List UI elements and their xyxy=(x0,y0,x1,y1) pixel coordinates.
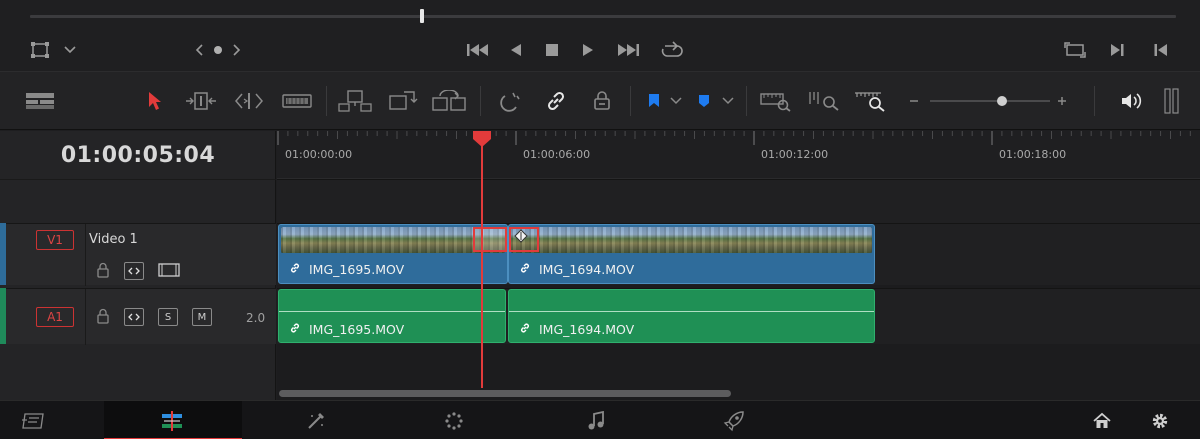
editor-window: 01:00:05:04 V1 Video 1 A1 S M 2.0 01:00:… xyxy=(0,0,1200,439)
cut-page-icon[interactable] xyxy=(14,401,54,439)
edit-page-icon[interactable] xyxy=(152,401,192,439)
playhead-line[interactable] xyxy=(481,131,483,388)
linked-selection-icon[interactable] xyxy=(542,88,570,114)
zoom-slider[interactable] xyxy=(930,88,1050,114)
audio-clip[interactable]: IMG_1695.MOV xyxy=(278,289,506,343)
flag-icon[interactable] xyxy=(644,88,664,114)
playhead-handle[interactable] xyxy=(472,131,492,147)
auto-select-icon[interactable] xyxy=(124,262,144,280)
fullscreen-icon[interactable] xyxy=(1062,38,1088,62)
lock-track-icon[interactable] xyxy=(96,308,110,328)
audio-meter-icon[interactable] xyxy=(1160,88,1184,114)
clip-thumbnail xyxy=(281,227,505,253)
clip-label: IMG_1694.MOV xyxy=(519,322,634,337)
ruler-label: 01:00:18:00 xyxy=(999,148,1067,161)
track-visibility-icon[interactable] xyxy=(158,262,180,282)
video-clip[interactable]: IMG_1694.MOV xyxy=(508,224,875,284)
audio-level-line xyxy=(279,311,505,312)
audio-volume-icon[interactable] xyxy=(1118,88,1146,114)
chevron-down-icon[interactable] xyxy=(60,38,80,62)
deliver-page-icon[interactable] xyxy=(714,401,754,439)
zoom-full-icon[interactable] xyxy=(758,88,794,114)
timeline-scrollbar[interactable] xyxy=(277,388,1200,400)
trim-edit-icon[interactable] xyxy=(184,88,218,114)
clip-name: IMG_1694.MOV xyxy=(539,322,635,337)
timecode-display[interactable]: 01:00:05:04 xyxy=(0,131,276,179)
ruler-label: 01:00:06:00 xyxy=(523,148,591,161)
clip-label: IMG_1694.MOV xyxy=(519,262,634,277)
selection-pointer-icon[interactable] xyxy=(144,88,166,114)
blade-icon[interactable] xyxy=(280,88,314,114)
link-icon xyxy=(289,322,301,337)
scrubber-handle[interactable] xyxy=(420,9,424,23)
ruler-label: 01:00:12:00 xyxy=(761,148,829,161)
replace-clip-icon[interactable] xyxy=(430,88,468,114)
link-icon xyxy=(289,262,301,277)
clip-name: IMG_1694.MOV xyxy=(539,262,635,277)
loop-icon[interactable] xyxy=(658,38,686,62)
overwrite-clip-icon[interactable] xyxy=(384,88,422,114)
audio-clip[interactable]: IMG_1694.MOV xyxy=(508,289,875,343)
lock-track-icon[interactable] xyxy=(96,262,110,282)
clip-name: IMG_1695.MOV xyxy=(309,322,405,337)
timeline-options-icon[interactable] xyxy=(24,88,56,114)
chevron-down-icon[interactable] xyxy=(720,88,736,114)
zoom-slider-thumb xyxy=(997,96,1007,106)
clip-name: IMG_1695.MOV xyxy=(309,262,405,277)
edit-toolbar xyxy=(0,72,1200,130)
jump-end-icon[interactable] xyxy=(614,38,642,62)
clip-label: IMG_1695.MOV xyxy=(289,322,404,337)
fusion-page-icon[interactable] xyxy=(296,401,336,439)
play-reverse-icon[interactable] xyxy=(506,38,526,62)
track-tag-a1[interactable]: A1 xyxy=(36,307,74,327)
settings-icon[interactable] xyxy=(1146,401,1174,439)
header-spacer xyxy=(0,179,276,223)
timeline-ruler[interactable]: 01:00:00:00 01:00:06:00 01:00:12:00 01:0… xyxy=(277,131,1200,179)
edit-point-out-selection[interactable] xyxy=(473,227,507,252)
clip-thumbnail xyxy=(511,227,872,253)
color-page-icon[interactable] xyxy=(434,401,474,439)
auto-select-icon[interactable] xyxy=(124,308,144,326)
track-tag-v1[interactable]: V1 xyxy=(36,230,74,250)
jump-start-icon[interactable] xyxy=(464,38,492,62)
prev-clip-icon[interactable] xyxy=(1150,38,1172,62)
scrubber-track[interactable] xyxy=(30,15,1176,18)
timeline-spacer-row xyxy=(277,179,1200,223)
transition-diamond-icon[interactable] xyxy=(514,228,528,247)
link-icon xyxy=(519,262,531,277)
position-lock-icon[interactable] xyxy=(588,88,616,114)
play-icon[interactable] xyxy=(578,38,598,62)
clip-label: IMG_1695.MOV xyxy=(289,262,404,277)
timeline-area[interactable]: 01:00:00:00 01:00:06:00 01:00:12:00 01:0… xyxy=(277,131,1200,400)
timeline-scrollbar-thumb[interactable] xyxy=(279,390,731,397)
page-navigation-bar xyxy=(0,400,1200,439)
solo-button[interactable]: S xyxy=(158,308,178,326)
mute-button[interactable]: M xyxy=(192,308,212,326)
channel-format: 2.0 xyxy=(246,311,266,325)
chevron-down-icon[interactable] xyxy=(668,88,684,114)
zoom-in-icon[interactable] xyxy=(1052,88,1072,114)
fairlight-page-icon[interactable] xyxy=(576,401,616,439)
track-name-video-1[interactable]: Video 1 xyxy=(89,232,138,247)
link-icon xyxy=(519,322,531,337)
snapping-icon[interactable] xyxy=(496,88,524,114)
crop-icon[interactable] xyxy=(28,38,52,62)
stop-icon[interactable] xyxy=(542,38,562,62)
zoom-out-icon[interactable] xyxy=(904,88,924,114)
home-icon[interactable] xyxy=(1088,401,1116,439)
insert-clip-icon[interactable] xyxy=(336,88,374,114)
ruler-label: 01:00:00:00 xyxy=(285,148,353,161)
zoom-custom-icon[interactable] xyxy=(852,88,888,114)
transport-bar xyxy=(0,0,1200,72)
audio-track-header: A1 S M 2.0 xyxy=(6,288,276,345)
zoom-detail-icon[interactable] xyxy=(806,88,842,114)
dynamic-trim-icon[interactable] xyxy=(232,88,266,114)
next-clip-icon[interactable] xyxy=(1106,38,1128,62)
prev-next-edit-icon[interactable] xyxy=(192,38,244,62)
video-track-header: V1 Video 1 xyxy=(6,223,276,286)
marker-icon[interactable] xyxy=(694,88,714,114)
audio-level-line xyxy=(509,311,874,312)
